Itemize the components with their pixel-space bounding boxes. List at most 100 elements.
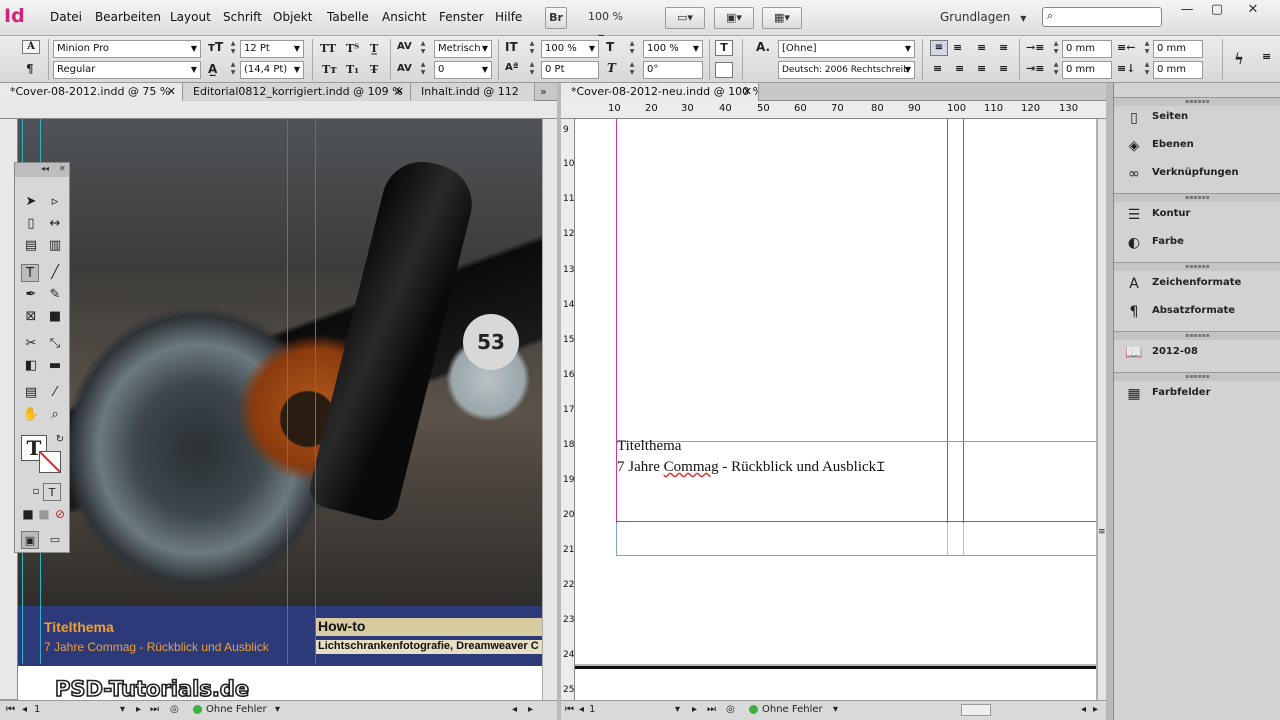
menu-objekt[interactable]: Objekt	[273, 10, 312, 24]
preview-mode-icon[interactable]: ▭	[46, 531, 64, 549]
preflight-dropdown-icon[interactable]: ▾	[275, 704, 280, 715]
font-style-select[interactable]: Regular ▼	[53, 61, 201, 79]
tab-inhalt[interactable]: Inhalt.indd @ 112	[411, 83, 535, 101]
text-frame-line2[interactable]: 7 Jahre Commag - Rückblick und AusblickꞮ	[617, 457, 884, 476]
panel-verknuepfungen[interactable]: ∞ Verknüpfungen	[1114, 161, 1280, 187]
preflight-icon[interactable]: ◎	[726, 704, 735, 715]
close-icon[interactable]: ✕	[395, 83, 404, 101]
menu-bearbeiten[interactable]: Bearbeiten	[95, 10, 161, 24]
page-dropdown-icon[interactable]: ▾	[675, 704, 680, 715]
justify-left-icon[interactable]: ≡	[933, 62, 942, 75]
gradient-tool-icon[interactable]: ◧	[22, 357, 40, 375]
screen-mode-icon[interactable]: ▣▾	[714, 7, 754, 29]
minimize-button[interactable]: —	[1172, 2, 1202, 20]
page-tool-icon[interactable]: ▯	[22, 215, 40, 233]
apply-none-icon[interactable]: ⊘	[51, 505, 69, 523]
pencil-tool-icon[interactable]: ✎	[46, 286, 64, 304]
justify-center-icon[interactable]: ≡	[955, 62, 964, 75]
content-collector-icon[interactable]: ▤	[22, 237, 40, 255]
paragraph-mode-icon[interactable]: ¶	[26, 62, 34, 76]
tab-overflow-icon[interactable]: »	[540, 85, 547, 98]
right-page-number[interactable]: 1	[589, 704, 595, 715]
menu-hilfe[interactable]: Hilfe	[495, 10, 522, 24]
font-family-select[interactable]: Minion Pro ▼	[53, 40, 201, 58]
workspace-switcher[interactable]: Grundlagen ▼	[940, 10, 1026, 24]
page-canvas[interactable]	[575, 119, 1096, 664]
prev-page-icon[interactable]: ◂	[22, 704, 27, 715]
right-indent-field[interactable]: 0 mm	[1153, 40, 1203, 58]
close-icon[interactable]: ✕	[743, 83, 752, 101]
skew-field[interactable]: 0°	[643, 61, 703, 79]
next-page-icon[interactable]: ▸	[136, 704, 141, 715]
baseline-field[interactable]: 0 Pt	[541, 61, 599, 79]
prev-page-icon[interactable]: ◂	[579, 704, 584, 715]
close-icon[interactable]: ✕	[167, 83, 176, 101]
close-button[interactable]: ✕	[1238, 2, 1268, 20]
spinner-icon[interactable]: ▲ ▼	[419, 40, 427, 58]
panel-grip[interactable]: ▪▪▪▪▪▪	[1114, 372, 1280, 381]
next-page-canvas[interactable]	[575, 669, 1096, 701]
strikethrough-icon[interactable]: T̶	[370, 63, 378, 76]
gradient-feather-tool-icon[interactable]: ▬	[46, 357, 64, 375]
scroll-left-icon[interactable]: ◂	[512, 704, 517, 715]
justify-spine-icon[interactable]: ≡	[999, 62, 1008, 75]
eyedropper-tool-icon[interactable]: ⁄	[46, 384, 64, 402]
align-left-icon[interactable]: ≡	[930, 40, 948, 56]
vertical-scale-field[interactable]: 100 % ▼	[541, 40, 599, 58]
tracking-field[interactable]: 0 ▼	[434, 61, 492, 79]
stroke-swatch-icon[interactable]	[39, 451, 61, 473]
panel-farbfelder[interactable]: ▦ Farbfelder	[1114, 381, 1280, 407]
spinner-icon[interactable]: ▲ ▼	[229, 40, 237, 58]
next-page-icon[interactable]: ▸	[692, 704, 697, 715]
spinner-icon[interactable]: ▲ ▼	[229, 61, 237, 79]
spinner-icon[interactable]: ▲ ▼	[628, 40, 636, 58]
underline-icon[interactable]: T̲	[370, 42, 378, 55]
gap-tool-icon[interactable]: ↔	[46, 215, 64, 233]
collapse-icon[interactable]: ◂◂	[41, 164, 49, 173]
scissors-tool-icon[interactable]: ✂	[22, 335, 40, 353]
zoom-tool-icon[interactable]: ⌕	[46, 406, 64, 424]
menu-tabelle[interactable]: Tabelle	[327, 10, 369, 24]
text-fill-icon[interactable]: T	[715, 40, 733, 56]
scroll-left-icon[interactable]: ◂	[1081, 704, 1086, 715]
justify-icon[interactable]: ≡	[999, 41, 1008, 54]
left-indent-field[interactable]: 0 mm	[1062, 40, 1112, 58]
horizontal-scale-field[interactable]: 100 % ▼	[643, 40, 703, 58]
panel-zeichenformate[interactable]: A Zeichenformate	[1114, 271, 1280, 297]
language-select[interactable]: Deutsch: 2006 Rechtschreib ▼	[778, 61, 915, 79]
selection-tool-icon[interactable]: ➤	[22, 193, 40, 211]
content-placer-icon[interactable]: ▥	[46, 237, 64, 255]
preflight-dropdown-icon[interactable]: ▾	[833, 704, 838, 715]
panel-menu-icon[interactable]: ≡	[1262, 50, 1271, 63]
rectangle-frame-tool-icon[interactable]: ⊠	[22, 308, 40, 326]
panel-seiten[interactable]: ▯ Seiten	[1114, 105, 1280, 131]
hand-tool-icon[interactable]: ✋	[22, 406, 40, 424]
spinner-icon[interactable]: ▲ ▼	[419, 61, 427, 79]
tab-editorial[interactable]: Editorial0812_korrigiert.indd @ 109 % ✕	[183, 83, 411, 101]
first-page-icon[interactable]: ⏮	[565, 704, 574, 715]
scroll-right-icon[interactable]: ▸	[1093, 704, 1098, 715]
leading-field[interactable]: (14,4 Pt) ▼	[240, 61, 304, 79]
character-mode-icon[interactable]: A	[22, 40, 40, 54]
font-size-field[interactable]: 12 Pt ▼	[240, 40, 304, 58]
zoom-select[interactable]: 100 % ▼	[580, 7, 640, 42]
spinner-icon[interactable]: ▲ ▼	[1052, 61, 1060, 79]
rectangle-tool-icon[interactable]: ■	[46, 308, 64, 326]
menu-ansicht[interactable]: Ansicht	[382, 10, 426, 24]
text-stroke-icon[interactable]	[715, 62, 733, 78]
first-line-indent-field[interactable]: 0 mm	[1062, 61, 1112, 79]
cover-photo[interactable]: 53	[18, 119, 542, 609]
view-options-icon[interactable]: ▭▾	[665, 7, 705, 29]
swap-colors-icon[interactable]: ↻	[51, 431, 69, 449]
formatting-text-icon[interactable]: T	[43, 483, 61, 501]
scroll-right-icon[interactable]: ▸	[528, 704, 533, 715]
normal-view-icon[interactable]: ▣	[21, 531, 39, 549]
note-tool-icon[interactable]: ▤	[22, 384, 40, 402]
scroll-grip-icon[interactable]: ≡	[1098, 527, 1106, 537]
maximize-button[interactable]: ▢	[1202, 2, 1232, 20]
pen-tool-icon[interactable]: ✒	[22, 286, 40, 304]
menu-schrift[interactable]: Schrift	[223, 10, 262, 24]
character-style-select[interactable]: [Ohne] ▼	[778, 40, 915, 58]
search-input[interactable]: ⌕	[1042, 7, 1162, 27]
panel-grip[interactable]: ▪▪▪▪▪▪	[1114, 331, 1280, 340]
